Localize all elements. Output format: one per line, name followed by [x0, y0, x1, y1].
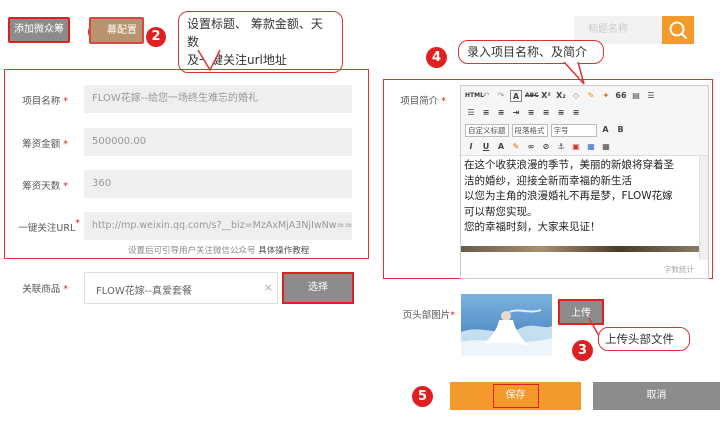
- font-size-select[interactable]: 字号: [550, 123, 597, 137]
- format-a-icon[interactable]: A: [600, 124, 612, 136]
- intro-line: 您的幸福时刻，大家来见证！: [464, 221, 601, 233]
- project-name-input[interactable]: FLOW花嫁--给您一场终生难忘的婚礼: [84, 85, 352, 113]
- callout-step-4: 录入项目名称、及简介: [458, 40, 604, 64]
- step-badge-5: 5: [412, 386, 433, 407]
- unlink-icon[interactable]: ⊘: [540, 141, 552, 153]
- underline-icon[interactable]: U: [480, 141, 492, 153]
- eraser-icon[interactable]: ◇: [570, 90, 582, 102]
- paragraph-spacing-icon[interactable]: ≡: [495, 107, 507, 119]
- product-value: FLOW花嫁--真爱套餐: [96, 286, 192, 297]
- line-height-icon[interactable]: ≡: [480, 107, 492, 119]
- strikethrough-icon[interactable]: ABC: [525, 90, 539, 102]
- cancel-button[interactable]: 取消: [593, 382, 720, 410]
- header-image-label: 页头部图片*: [402, 310, 455, 321]
- step-badge-4: 4: [426, 47, 447, 68]
- save-button[interactable]: 保存: [450, 382, 581, 410]
- link-icon[interactable]: ∞: [525, 141, 537, 153]
- tutorial-link[interactable]: 具体操作教程: [258, 246, 309, 256]
- quote-icon[interactable]: 66: [615, 90, 627, 102]
- subscript-icon[interactable]: X₂: [555, 90, 567, 102]
- header-image-preview: [461, 294, 552, 356]
- format-painter-icon[interactable]: ✎: [585, 90, 597, 102]
- product-label: 关联商品 *: [22, 284, 68, 295]
- step-badge-3: 3: [572, 340, 593, 361]
- undo-icon[interactable]: ↶: [480, 90, 492, 102]
- editor-scrollbar[interactable]: [699, 156, 708, 260]
- bold-icon[interactable]: B: [615, 124, 627, 136]
- italic-icon[interactable]: I: [465, 141, 477, 153]
- unordered-list-icon[interactable]: ☰: [465, 107, 477, 119]
- custom-title-select[interactable]: 自定义标题: [465, 123, 509, 137]
- step-badge-2: 2: [146, 27, 166, 47]
- align-center-icon[interactable]: ≡: [540, 107, 552, 119]
- superscript-icon[interactable]: X²: [540, 90, 552, 102]
- text-color-icon[interactable]: A: [495, 141, 507, 153]
- days-input[interactable]: 360: [84, 170, 352, 198]
- url-input[interactable]: http://mp.weixin.qq.com/s?__biz=MzAxMjA3…: [84, 212, 352, 240]
- paragraph-format-select[interactable]: 段落格式: [511, 123, 548, 137]
- auto-format-icon[interactable]: ✦: [600, 90, 612, 102]
- highlight-icon[interactable]: ✎: [510, 141, 522, 153]
- intro-text[interactable]: 在这个收获浪漫的季节，美丽的新娘将穿着圣 洁的婚纱，迎接全新而幸福的新生活 以您…: [464, 158, 696, 236]
- image-icon[interactable]: ▣: [570, 141, 582, 153]
- intro-label: 项目简介 *: [400, 96, 446, 107]
- align-right-icon[interactable]: ≡: [555, 107, 567, 119]
- html-source-icon[interactable]: HTML: [465, 90, 484, 102]
- anchor-icon[interactable]: ⚓: [555, 141, 567, 153]
- video-icon[interactable]: ▦: [585, 141, 597, 153]
- ordered-list-icon[interactable]: ☰: [645, 90, 657, 102]
- redo-icon[interactable]: ↷: [495, 90, 507, 102]
- project-name-label: 项目名称 *: [22, 96, 68, 107]
- char-count: 字数统计: [664, 265, 694, 274]
- editor-toolbar: HTML ↶ ↷ A ABC X² X₂ ◇ ✎ ✦ 66 ▤ ☰ ☰ ≡ ≡ …: [461, 86, 708, 156]
- indent-icon[interactable]: ⇥: [510, 107, 522, 119]
- table-icon[interactable]: ▦: [600, 141, 612, 153]
- url-hint: 设置后可引导用户关注微信公众号 具体操作教程: [128, 246, 310, 256]
- callout-step-3: 上传头部文件: [598, 327, 690, 351]
- callout-2-line1: 设置标题、 筹款金额、天数: [187, 17, 323, 49]
- select-product-button[interactable]: 选择: [282, 272, 354, 304]
- amount-label: 筹资金额 *: [22, 139, 68, 150]
- intro-line: 在这个收获浪漫的季节，美丽的新娘将穿着圣: [464, 159, 674, 171]
- clear-product-icon[interactable]: ×: [264, 281, 273, 294]
- paste-text-icon[interactable]: ▤: [630, 90, 642, 102]
- intro-line: 可以帮您实现。: [464, 205, 538, 218]
- config-button[interactable]: 幕配置: [89, 17, 144, 44]
- rich-text-editor[interactable]: HTML ↶ ↷ A ABC X² X₂ ◇ ✎ ✦ 66 ▤ ☰ ☰ ≡ ≡ …: [460, 85, 709, 279]
- product-field[interactable]: FLOW花嫁--真爱套餐 ×: [84, 272, 278, 304]
- add-crowdfunding-button[interactable]: 添加微众筹: [8, 17, 70, 43]
- intro-line: 洁的婚纱，迎接全新而幸福的新生活: [464, 174, 632, 187]
- wedding-photo: [461, 294, 552, 356]
- font-color-icon[interactable]: A: [510, 90, 522, 102]
- align-justify-icon[interactable]: ≡: [570, 107, 582, 119]
- days-label: 筹资天数 *: [22, 181, 68, 192]
- search-button[interactable]: [662, 16, 694, 44]
- url-label: 一键关注URL*: [18, 218, 80, 234]
- embedded-image-strip: [461, 246, 699, 252]
- search-icon: [669, 21, 688, 40]
- amount-input[interactable]: 500000.00: [84, 128, 352, 156]
- intro-line: 以您为主角的浪漫婚礼不再是梦，FLOW花嫁: [464, 190, 673, 202]
- align-left-icon[interactable]: ≡: [525, 107, 537, 119]
- save-button-label: 保存: [492, 384, 539, 408]
